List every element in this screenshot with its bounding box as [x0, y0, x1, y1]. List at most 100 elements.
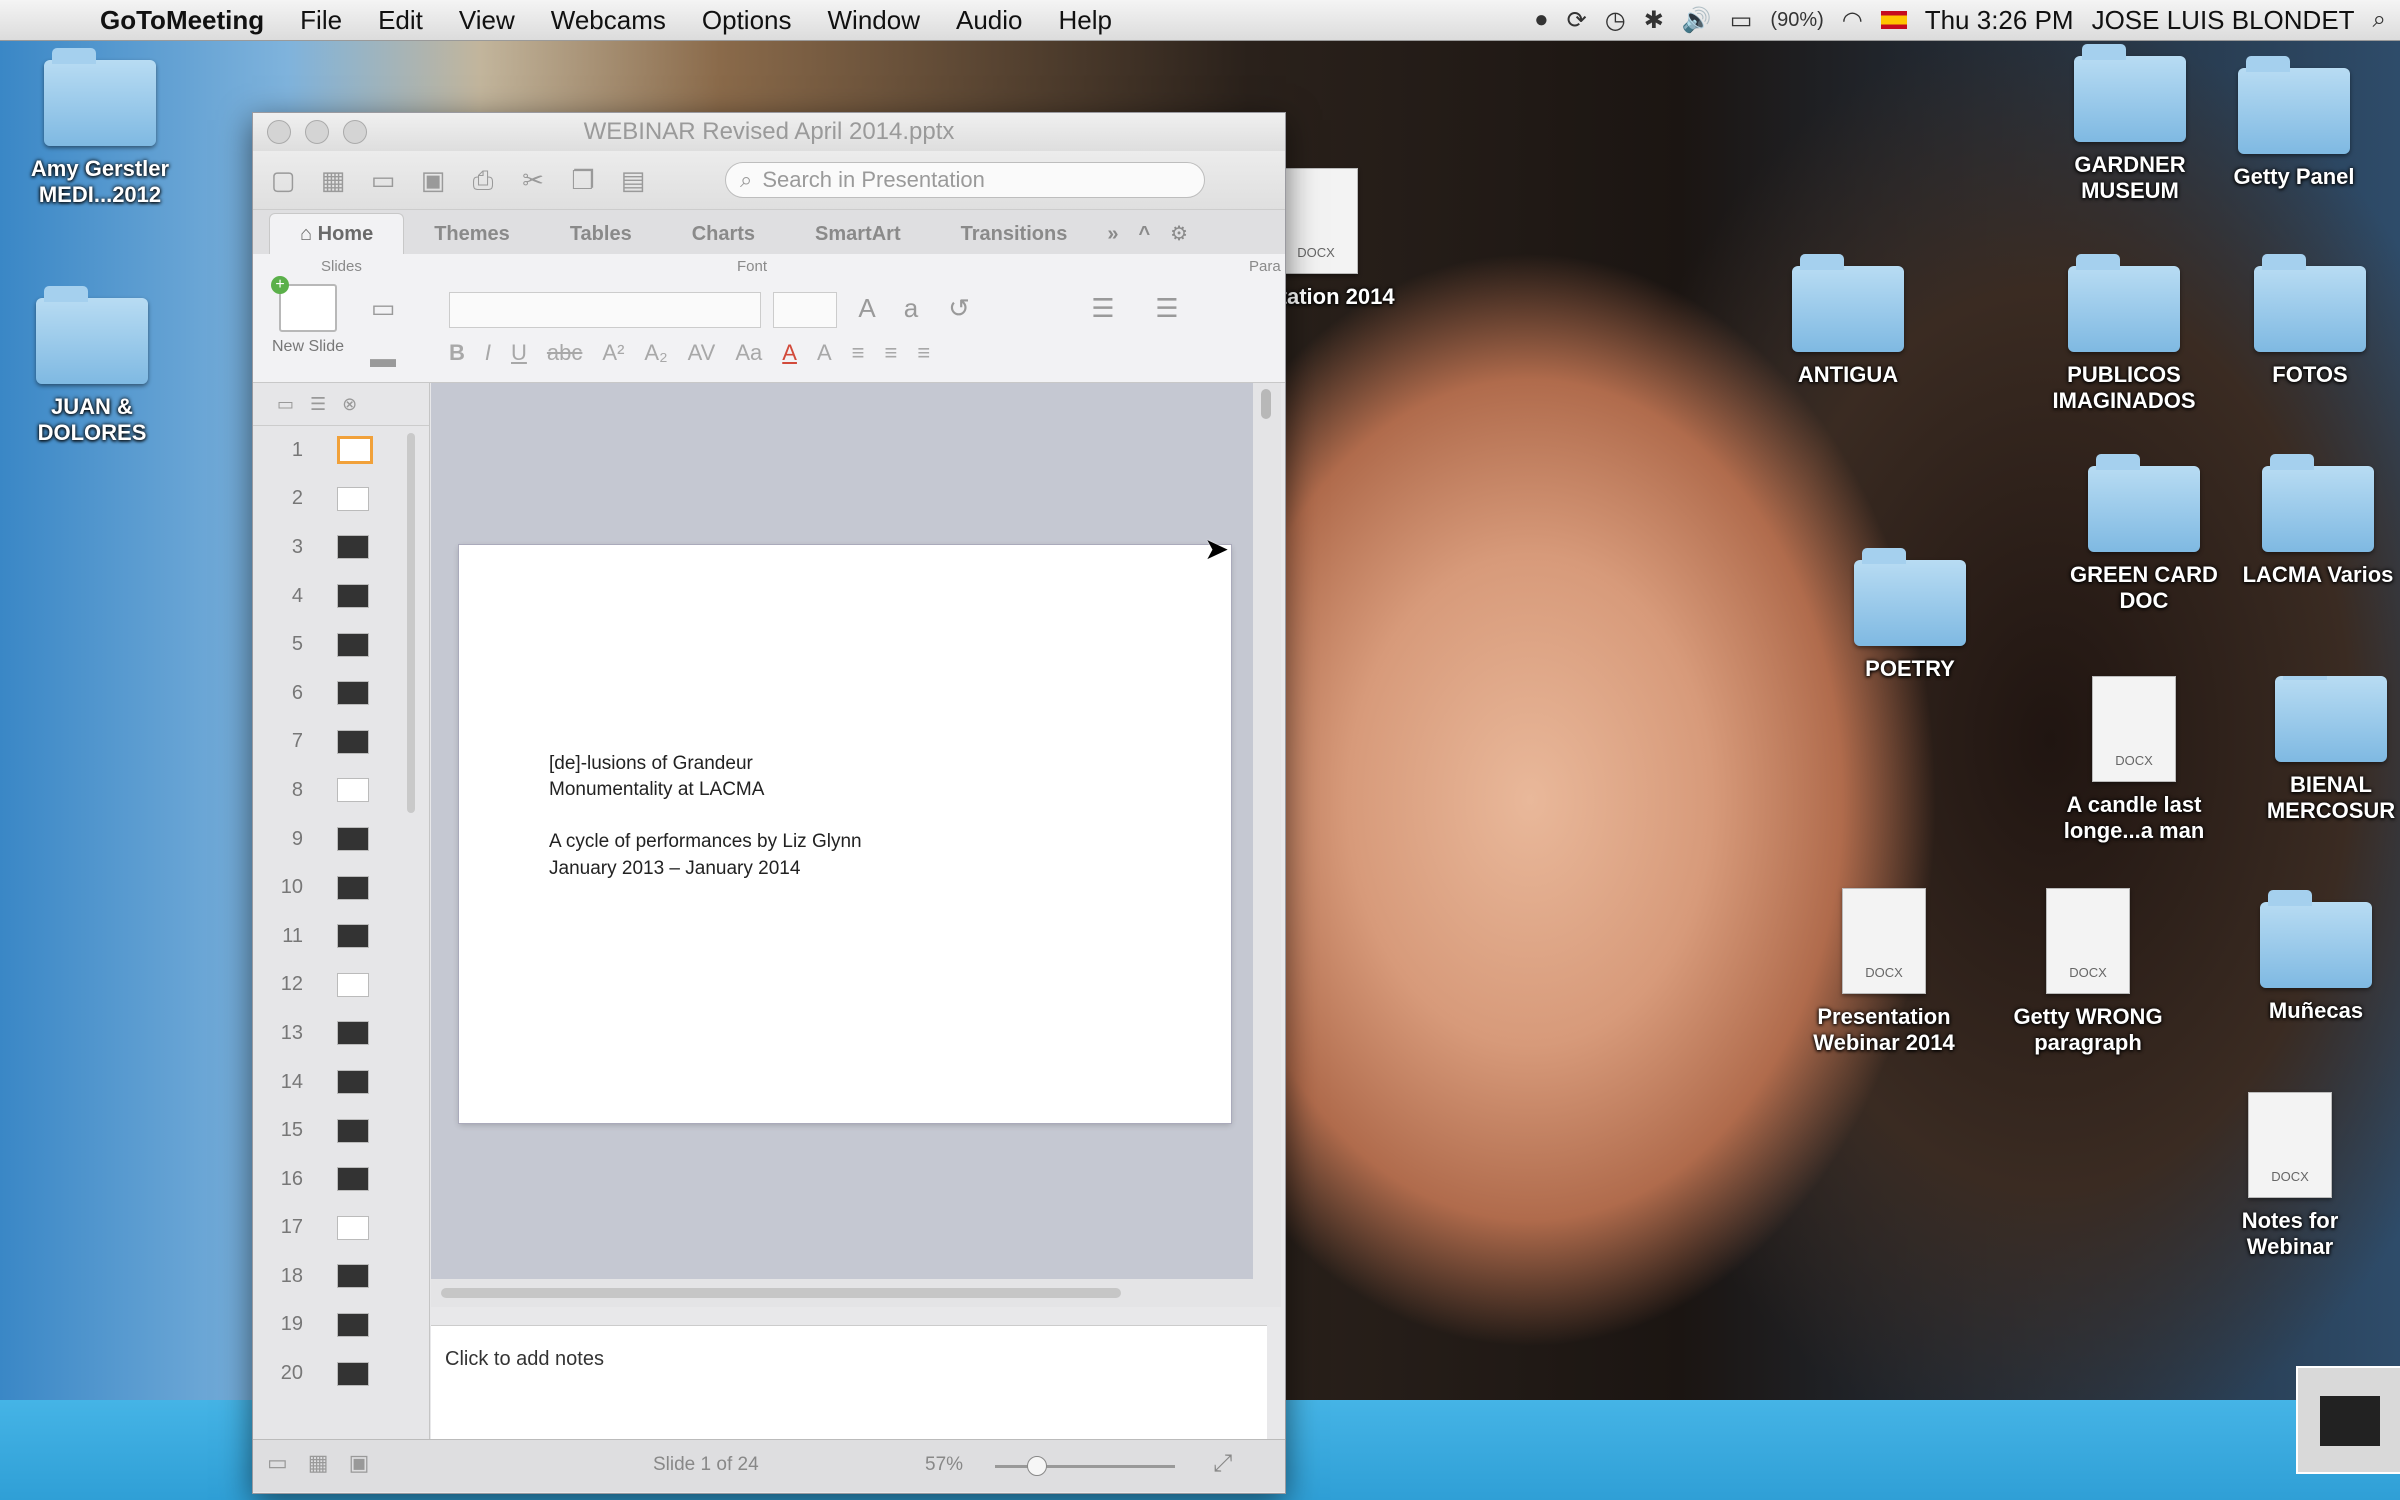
current-slide[interactable]: [de]-lusions of Grandeur Monumentality a… [459, 545, 1231, 1123]
notes-pane[interactable]: Click to add notes [431, 1325, 1267, 1440]
slide-thumbnail-17[interactable]: 17 [253, 1204, 429, 1253]
font-color-icon[interactable]: A [782, 340, 797, 366]
menu-file[interactable]: File [282, 5, 360, 36]
slide-thumbnail-2[interactable]: 2 [253, 475, 429, 524]
slide-thumbnail-15[interactable]: 15 [253, 1106, 429, 1155]
window-title-bar[interactable]: WEBINAR Revised April 2014.pptx [253, 113, 1285, 151]
print-icon[interactable]: ⎙ [465, 162, 501, 198]
menu-webcams[interactable]: Webcams [533, 5, 684, 36]
desktop-folder-antigua[interactable]: ANTIGUA [1758, 254, 1938, 388]
save-icon[interactable]: ▣ [415, 162, 451, 198]
desktop-folder-publicos-imaginados[interactable]: PUBLICOS IMAGINADOS [2034, 254, 2214, 415]
tab-smartart[interactable]: SmartArt [785, 214, 931, 254]
slide-thumbnail-10[interactable]: 10 [253, 863, 429, 912]
layout-icon[interactable]: ▭ [365, 290, 401, 326]
align-left-icon[interactable]: ≡ [852, 340, 865, 366]
strikethrough-icon[interactable]: abc [547, 340, 582, 366]
wifi-icon[interactable]: ◠ [1842, 6, 1863, 35]
subscript-icon[interactable]: A₂ [644, 340, 667, 366]
underline-icon[interactable]: U [511, 340, 527, 366]
app-menu[interactable]: GoToMeeting [64, 5, 282, 36]
slide-thumbnail-7[interactable]: 7 [253, 718, 429, 767]
character-spacing-icon[interactable]: AV [688, 340, 716, 366]
menu-options[interactable]: Options [684, 5, 810, 36]
desktop-folder-amy-gerstler[interactable]: Amy Gerstler MEDI...2012 [10, 48, 190, 209]
slide-thumbnail-19[interactable]: 19 [253, 1301, 429, 1350]
font-size-field[interactable] [773, 292, 837, 328]
new-document-icon[interactable]: ▢ [265, 162, 301, 198]
change-case-icon[interactable]: Aa [735, 340, 762, 366]
italic-icon[interactable]: I [485, 340, 491, 366]
desktop-folder-getty-panel[interactable]: Getty Panel [2204, 56, 2384, 190]
menu-clock[interactable]: Thu 3:26 PM [1925, 5, 2074, 36]
slide-show-view-icon[interactable]: ▣ [349, 1450, 370, 1476]
clear-format-icon[interactable]: ↺ [941, 290, 977, 326]
desktop-doc-candle[interactable]: DOCX A candle last longe...a man [2044, 676, 2224, 845]
grow-font-icon[interactable]: A [849, 290, 885, 326]
align-right-icon[interactable]: ≡ [917, 340, 930, 366]
new-slide-button[interactable]: + New Slide [263, 276, 353, 356]
tab-themes[interactable]: Themes [404, 214, 540, 254]
copy-icon[interactable]: ❐ [565, 162, 601, 198]
slide-thumbnail-18[interactable]: 18 [253, 1252, 429, 1301]
slide-thumbnail-8[interactable]: 8 [253, 766, 429, 815]
zoom-slider-handle[interactable] [1027, 1456, 1047, 1476]
text-effects-icon[interactable]: A [817, 340, 832, 366]
outline-view-icon[interactable]: ☰ [310, 394, 326, 415]
search-field[interactable]: ⌕ Search in Presentation [725, 162, 1205, 198]
time-machine-icon[interactable]: ◷ [1605, 6, 1626, 35]
slide-thumbnail-5[interactable]: 5 [253, 620, 429, 669]
desktop-folder-munecas[interactable]: Muñecas [2226, 890, 2400, 1024]
slide-thumbnail-6[interactable]: 6 [253, 669, 429, 718]
menu-window[interactable]: Window [810, 5, 938, 36]
desktop-folder-poetry[interactable]: POETRY [1820, 548, 2000, 682]
menu-user[interactable]: JOSE LUIS BLONDET [2092, 5, 2355, 36]
desktop-folder-juan-dolores[interactable]: JUAN & DOLORES [2, 286, 182, 447]
canvas-horizontal-scrollbar[interactable] [431, 1279, 1281, 1307]
input-language-flag-icon[interactable] [1880, 11, 1907, 29]
open-folder-icon[interactable]: ▭ [365, 162, 401, 198]
tab-home[interactable]: ⌂ Home [269, 213, 405, 254]
templates-icon[interactable]: ▦ [315, 162, 351, 198]
slide-thumbnail-14[interactable]: 14 [253, 1058, 429, 1107]
menu-audio[interactable]: Audio [938, 5, 1041, 36]
slide-text-box[interactable]: [de]-lusions of Grandeur Monumentality a… [549, 751, 862, 882]
paste-icon[interactable]: ▤ [615, 162, 651, 198]
zoom-slider[interactable] [995, 1456, 1175, 1476]
slide-sorter-view-icon[interactable]: ▦ [308, 1450, 329, 1476]
fit-to-window-icon[interactable]: ⤢ [1213, 1450, 1232, 1478]
ribbon-settings-gear-icon[interactable]: ⚙ [1160, 214, 1198, 254]
scroll-knob[interactable] [441, 1288, 1121, 1298]
ribbon-overflow-icon[interactable]: » [1097, 214, 1128, 254]
menu-view[interactable]: View [441, 5, 533, 36]
volume-icon[interactable]: 🔊 [1682, 6, 1712, 35]
desktop-folder-gardner-museum[interactable]: GARDNER MUSEUM [2040, 44, 2220, 205]
menu-edit[interactable]: Edit [360, 5, 441, 36]
slide-thumbnail-4[interactable]: 4 [253, 572, 429, 621]
slide-thumbnail-11[interactable]: 11 [253, 912, 429, 961]
bold-icon[interactable]: B [449, 340, 465, 366]
tab-transitions[interactable]: Transitions [931, 214, 1098, 254]
section-icon[interactable]: ▬ [365, 340, 401, 376]
bullets-icon[interactable]: ☰ [1085, 290, 1121, 326]
desktop-doc-notes-for-webinar[interactable]: DOCX Notes for Webinar [2200, 1092, 2380, 1261]
slide-thumbnail-1[interactable]: 1 [253, 426, 429, 475]
numbering-icon[interactable]: ☰ [1149, 290, 1185, 326]
slide-thumbnail-3[interactable]: 3 [253, 523, 429, 572]
desktop-folder-green-card-doc[interactable]: GREEN CARD DOC [2054, 454, 2234, 615]
battery-icon[interactable]: ▭ [1730, 6, 1753, 35]
gotomeeting-status-icon[interactable]: ● [1534, 6, 1549, 34]
shrink-font-icon[interactable]: a [893, 290, 929, 326]
slide-thumbnail-9[interactable]: 9 [253, 815, 429, 864]
superscript-icon[interactable]: A² [602, 340, 624, 366]
scroll-knob[interactable] [1261, 389, 1271, 419]
align-center-icon[interactable]: ≡ [884, 340, 897, 366]
font-name-field[interactable] [449, 292, 761, 328]
collapse-ribbon-icon[interactable]: ^ [1128, 214, 1160, 254]
canvas-vertical-scrollbar[interactable] [1253, 383, 1281, 1279]
tab-charts[interactable]: Charts [662, 214, 785, 254]
desktop-folder-fotos[interactable]: FOTOS [2220, 254, 2400, 388]
slide-thumbnail-20[interactable]: 20 [253, 1349, 429, 1398]
cut-icon[interactable]: ✂ [515, 162, 551, 198]
menu-help[interactable]: Help [1040, 5, 1129, 36]
